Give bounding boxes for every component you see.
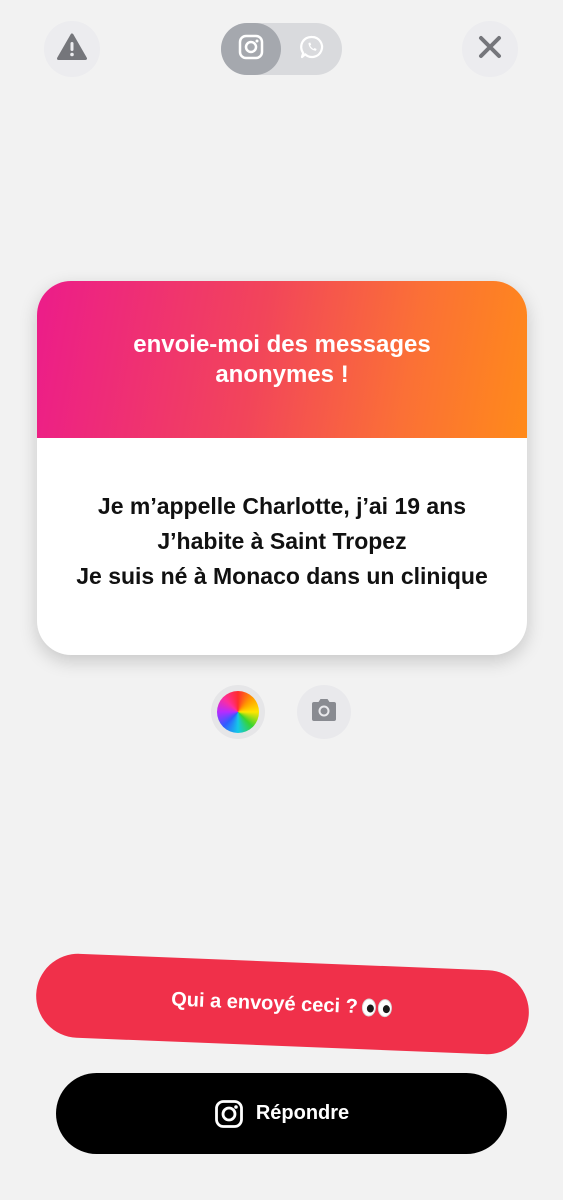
who-sent-button[interactable]: Qui a envoyé ceci ? [34,952,531,1056]
who-sent-label: Qui a envoyé ceci ? [170,988,359,1018]
instagram-icon [214,1099,244,1129]
toggle-whatsapp[interactable] [282,23,342,75]
color-picker-button[interactable] [211,685,265,739]
share-platform-toggle[interactable] [221,23,342,75]
eye-right [377,998,393,1018]
camera-icon [309,697,339,728]
eye-left [361,998,377,1017]
color-wheel-icon [217,691,259,733]
card-title: envoie-moi des messages anonymes ! [133,330,431,388]
close-button[interactable] [462,21,518,77]
screen: envoie-moi des messages anonymes ! Je m’… [0,0,563,1200]
toggle-instagram[interactable] [221,23,281,75]
message-card: envoie-moi des messages anonymes ! Je m’… [37,281,527,655]
card-message: Je m’appelle Charlotte, j’ai 19 ans J’ha… [76,493,488,589]
camera-button[interactable] [297,685,351,739]
card-body: Je m’appelle Charlotte, j’ai 19 ans J’ha… [37,438,527,655]
whatsapp-icon [299,34,325,65]
warning-triangle-icon [57,33,87,66]
card-header: envoie-moi des messages anonymes ! [37,281,527,438]
eyes-emoji-icon [361,998,394,1018]
report-button[interactable] [44,21,100,77]
reply-label: Répondre [255,1102,350,1124]
reply-button[interactable]: Répondre [56,1073,507,1154]
close-icon [478,35,502,64]
instagram-icon [238,34,264,65]
